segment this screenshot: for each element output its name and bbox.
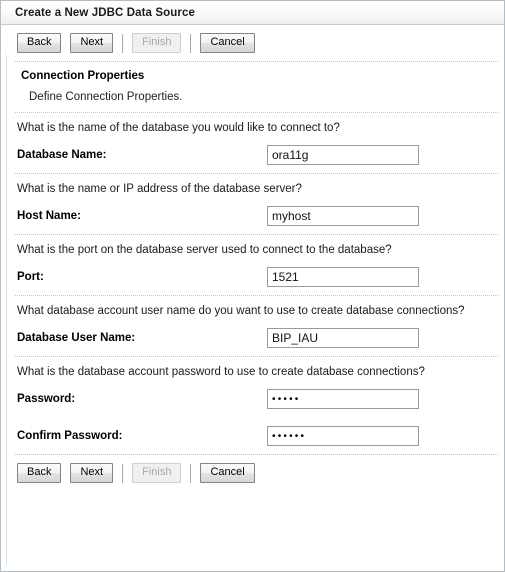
field-host-name: What is the name or IP address of the da…: [7, 174, 504, 234]
section-connection-properties: Connection Properties Define Connection …: [7, 62, 504, 112]
next-button-top[interactable]: Next: [70, 33, 114, 53]
question-database-name: What is the name of the database you wou…: [17, 122, 340, 134]
toolbar-separator-2-top: [190, 33, 192, 53]
label-password: Password:: [17, 393, 76, 405]
database-user-name-input[interactable]: [267, 328, 419, 348]
question-password: What is the database account password to…: [17, 366, 425, 378]
finish-button-bottom: Finish: [132, 463, 182, 483]
label-database-user-name: Database User Name:: [17, 332, 136, 344]
database-name-input[interactable]: [267, 145, 419, 165]
back-button-top[interactable]: Back: [17, 33, 62, 53]
back-button-bottom[interactable]: Back: [17, 463, 62, 483]
label-confirm-password: Confirm Password:: [17, 430, 123, 442]
field-line-database-name: Database Name:: [7, 145, 504, 165]
section-title: Connection Properties: [21, 70, 145, 82]
question-host-name: What is the name or IP address of the da…: [17, 183, 302, 195]
field-port: What is the port on the database server …: [7, 235, 504, 295]
cancel-button-bottom[interactable]: Cancel: [200, 463, 255, 483]
field-line-confirm-password: Confirm Password:: [7, 426, 504, 446]
wizard-panel: Back Next Finish Cancel Connection Prope…: [1, 25, 504, 571]
wizard-toolbar-top: Back Next Finish Cancel: [7, 25, 504, 61]
field-line-host-name: Host Name:: [7, 206, 504, 226]
toolbar-separator-2-bottom: [190, 463, 192, 483]
field-database-name: What is the name of the database you wou…: [7, 113, 504, 173]
confirm-password-input[interactable]: [267, 426, 419, 446]
field-line-database-user-name: Database User Name:: [7, 328, 504, 348]
finish-button-top: Finish: [132, 33, 182, 53]
field-line-password: Password:: [7, 389, 504, 409]
next-button-bottom[interactable]: Next: [70, 463, 114, 483]
field-password: What is the database account password to…: [7, 357, 504, 417]
window-title: Create a New JDBC Data Source: [15, 6, 195, 19]
port-input[interactable]: [267, 267, 419, 287]
field-confirm-password: Confirm Password:: [7, 417, 504, 454]
field-line-port: Port:: [7, 267, 504, 287]
host-name-input[interactable]: [267, 206, 419, 226]
panel-bottom-spacer: [7, 491, 504, 571]
panel-left-rail: [6, 55, 7, 565]
field-database-user-name: What database account user name do you w…: [7, 296, 504, 356]
label-host-name: Host Name:: [17, 210, 81, 222]
password-input[interactable]: [267, 389, 419, 409]
toolbar-separator-1-top: [122, 33, 124, 53]
question-port: What is the port on the database server …: [17, 244, 392, 256]
section-description: Define Connection Properties.: [29, 91, 183, 103]
toolbar-separator-1-bottom: [122, 463, 124, 483]
window-titlebar: Create a New JDBC Data Source: [1, 1, 504, 25]
label-database-name: Database Name:: [17, 149, 107, 161]
wizard-toolbar-bottom: Back Next Finish Cancel: [7, 455, 504, 491]
label-port: Port:: [17, 271, 44, 283]
jdbc-data-source-wizard: Create a New JDBC Data Source Back Next …: [0, 0, 505, 572]
question-database-user-name: What database account user name do you w…: [17, 305, 465, 317]
cancel-button-top[interactable]: Cancel: [200, 33, 255, 53]
